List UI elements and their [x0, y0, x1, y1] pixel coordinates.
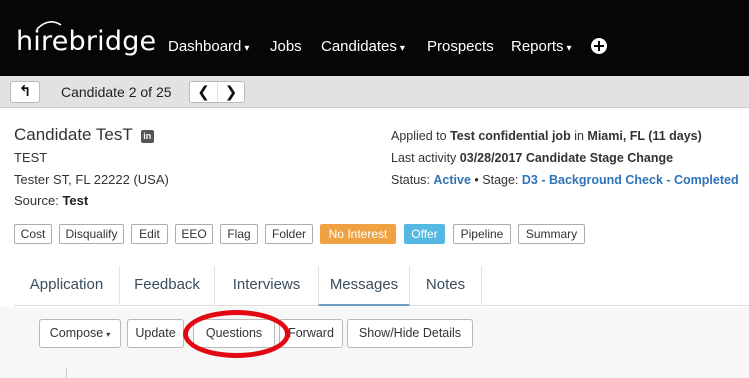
tab-notes[interactable]: Notes	[410, 266, 482, 306]
back-arrow-icon: ↰	[18, 83, 32, 100]
nav-prospects[interactable]: Prospects	[427, 38, 494, 55]
pipeline-button[interactable]: Pipeline	[453, 224, 511, 244]
message-toolbar: Compose ▾ Update Questions Forward Show/H…	[0, 307, 749, 378]
applied-to-line: Applied to Test confidential job in Miam…	[391, 129, 702, 143]
divider	[66, 368, 67, 378]
compose-button[interactable]: Compose ▾	[39, 319, 121, 348]
no-interest-button[interactable]: No Interest	[320, 224, 396, 244]
eeo-button[interactable]: EEO	[175, 224, 213, 244]
candidate-name: Candidate TesT in	[14, 125, 154, 145]
chevron-down-icon: ▾	[566, 43, 572, 54]
chevron-right-icon[interactable]: ❯	[217, 83, 244, 101]
tab-feedback[interactable]: Feedback	[120, 266, 215, 306]
candidate-tabs: Application Feedback Interviews Messages…	[14, 266, 749, 306]
hirebridge-logo[interactable]: hirebridge	[16, 21, 157, 57]
candidate-pager: ❮ ❯	[189, 81, 245, 103]
summary-button[interactable]: Summary	[518, 224, 585, 244]
chevron-down-icon: ▾	[244, 43, 250, 54]
candidate-address: Tester ST, FL 22222 (USA)	[14, 172, 169, 187]
candidate-navigation-bar: ↰ Candidate 2 of 25 ❮ ❯	[0, 76, 749, 108]
linkedin-icon[interactable]: in	[140, 130, 154, 143]
show-hide-details-button[interactable]: Show/Hide Details	[347, 319, 473, 348]
tab-application[interactable]: Application	[14, 266, 120, 306]
update-button[interactable]: Update	[127, 319, 184, 348]
logo-swoosh-icon	[36, 21, 62, 30]
back-button[interactable]: ↰	[10, 81, 40, 103]
last-activity-value: 03/28/2017 Candidate Stage Change	[459, 151, 674, 165]
plus-circle-icon[interactable]	[591, 38, 607, 54]
folder-button[interactable]: Folder	[265, 224, 313, 244]
edit-button[interactable]: Edit	[131, 224, 168, 244]
stage-value-link[interactable]: D3 - Background Check - Completed	[522, 173, 739, 187]
candidate-title: TEST	[14, 150, 48, 165]
disqualify-button[interactable]: Disqualify	[59, 224, 124, 244]
tab-messages[interactable]: Messages	[318, 266, 410, 306]
chevron-left-icon[interactable]: ❮	[190, 83, 217, 101]
nav-reports[interactable]: Reports ▾	[511, 38, 572, 55]
cost-button[interactable]: Cost	[14, 224, 52, 244]
nav-jobs[interactable]: Jobs	[270, 38, 302, 55]
nav-candidates[interactable]: Candidates ▾	[321, 38, 405, 55]
source-value: Test	[62, 193, 89, 208]
offer-button[interactable]: Offer	[404, 224, 445, 244]
job-location: Miami, FL (11 days)	[587, 129, 702, 143]
tab-interviews[interactable]: Interviews	[215, 266, 318, 306]
candidate-position: Candidate 2 of 25	[61, 84, 172, 100]
highlight-circle	[183, 310, 290, 358]
logo-text: hirebridge	[16, 26, 157, 57]
chevron-down-icon: ▾	[106, 330, 111, 339]
job-link[interactable]: Test confidential job	[450, 129, 571, 143]
status-value-link[interactable]: Active	[433, 173, 471, 187]
last-activity-line: Last activity 03/28/2017 Candidate Stage…	[391, 151, 674, 165]
top-navigation-bar: hirebridge Dashboard ▾ Jobs Candidates ▾ P…	[0, 0, 749, 76]
nav-dashboard[interactable]: Dashboard ▾	[168, 38, 249, 55]
status-line: Status: Active • Stage: D3 - Background …	[391, 173, 739, 187]
flag-button[interactable]: Flag	[220, 224, 258, 244]
candidate-source: Source: Test	[14, 193, 89, 208]
chevron-down-icon: ▾	[399, 43, 405, 54]
